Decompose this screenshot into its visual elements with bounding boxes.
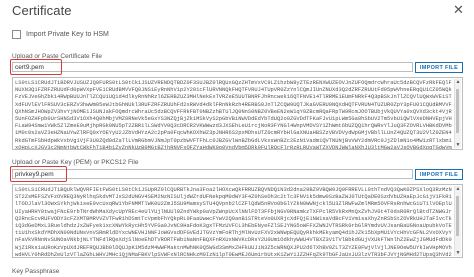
certificate-file-input[interactable]: cert9.pem: [12, 62, 413, 72]
scroll-thumb[interactable]: [456, 89, 459, 133]
private-key-scrollbar[interactable]: ▲ ▼: [454, 186, 461, 256]
certificate-textarea[interactable]: LS0tLS1CRUdJTiBDRVJUSUZJQ0FURS0tLS0tCk1J…: [12, 77, 463, 150]
scroll-up-icon[interactable]: ▲: [455, 79, 461, 85]
certificate-file-highlight: [10, 59, 62, 75]
private-key-import-button[interactable]: IMPORT FILE: [415, 169, 463, 180]
import-hsm-row[interactable]: Import Private Key to HSM: [12, 30, 109, 39]
scroll-down-icon[interactable]: ▼: [455, 250, 461, 256]
private-key-textarea[interactable]: LS0tLS1CRUdJTiBQUklWQVRFIEtFWS0tLS0tCk1J…: [12, 184, 463, 258]
private-key-label: Upload or Paste Key (PEM) or PKCS12 File: [12, 159, 139, 166]
certificate-import-button[interactable]: IMPORT FILE: [415, 62, 463, 73]
private-key-file-highlight: [10, 166, 67, 182]
certificate-contents: LS0tLS1CRUdJTiBDRVJUSUZJQ0FURS0tLS0tCk1J…: [15, 80, 452, 150]
private-key-file-input[interactable]: privkey9.pem: [12, 169, 413, 179]
scroll-thumb[interactable]: [456, 196, 459, 236]
private-key-contents: LS0tLS1CRUdJTiBQUklWQVRFIEtFWS0tLS0tCk1J…: [15, 187, 452, 258]
certificate-scrollbar[interactable]: ▲ ▼: [454, 79, 461, 148]
close-icon[interactable]: ✕: [453, 2, 464, 18]
passphrase-label: Key Passphrase: [12, 268, 60, 275]
scroll-down-icon[interactable]: ▼: [455, 142, 461, 148]
dialog-title: Certificate: [12, 3, 72, 18]
scroll-up-icon[interactable]: ▲: [455, 186, 461, 192]
import-hsm-label: Import Private Key to HSM: [26, 31, 109, 38]
import-hsm-checkbox[interactable]: [12, 30, 21, 39]
